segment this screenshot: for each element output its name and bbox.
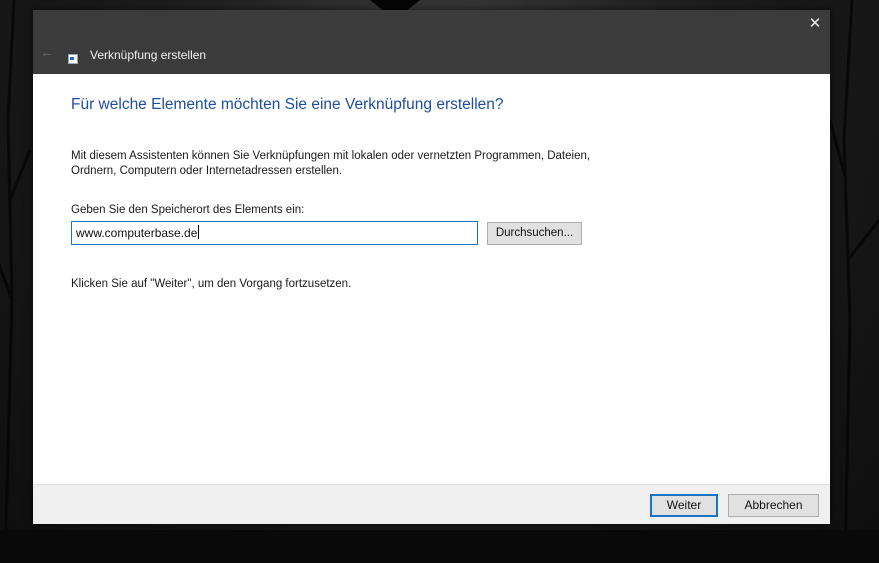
shortcut-wizard-window: ✕ ← Verknüpfung erstellen Für welche Ele…	[33, 10, 830, 524]
text-caret	[198, 225, 200, 239]
browse-button[interactable]: Durchsuchen...	[487, 222, 582, 245]
cancel-button[interactable]: Abbrechen	[728, 494, 819, 517]
back-arrow-icon[interactable]: ←	[38, 43, 56, 61]
button-bar: Weiter Abbrechen	[33, 484, 830, 524]
wizard-content: Für welche Elemente möchten Sie eine Ver…	[33, 74, 830, 484]
title-bar: ✕ ← Verknüpfung erstellen	[33, 10, 830, 74]
close-icon[interactable]: ✕	[800, 10, 830, 40]
window-title: Verknüpfung erstellen	[90, 48, 207, 62]
location-label: Geben Sie den Speicherort des Elements e…	[71, 204, 305, 216]
next-button[interactable]: Weiter	[650, 494, 718, 517]
description-line-2: Ordnern, Computern oder Internetadressen…	[71, 165, 343, 177]
location-input[interactable]: www.computerbase.de	[71, 221, 478, 245]
page-heading: Für welche Elemente möchten Sie eine Ver…	[71, 96, 504, 113]
description: Mit diesem Assistenten können Sie Verknü…	[71, 149, 671, 179]
location-input-value: www.computerbase.de	[76, 226, 198, 240]
continue-hint: Klicken Sie auf "Weiter", um den Vorgang…	[71, 278, 352, 290]
shortcut-wizard-icon	[68, 54, 78, 64]
description-line-1: Mit diesem Assistenten können Sie Verknü…	[71, 150, 591, 162]
